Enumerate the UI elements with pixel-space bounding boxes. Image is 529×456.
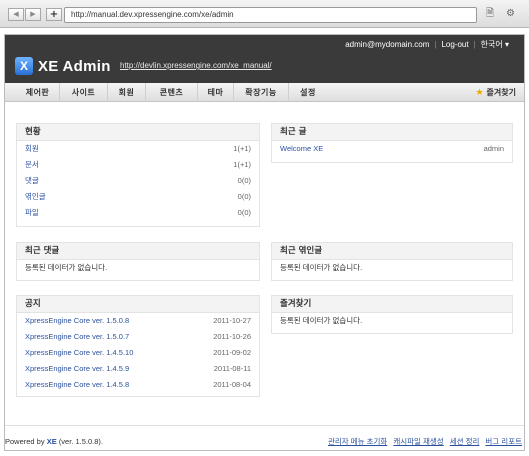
favorites-panel: 즐겨찾기 등록된 데이터가 없습니다.	[271, 295, 513, 334]
list-item: 문서 1(+1)	[17, 157, 259, 173]
account-bar: admin@mydomain.com | Log-out | 한국어 ▾	[340, 40, 514, 50]
regenerate-cache-link[interactable]: 캐시파일 재생성	[393, 431, 443, 453]
menu-extension[interactable]: 확장기능	[234, 83, 289, 102]
panel-title: 최근 글	[272, 124, 512, 141]
empty-text: 등록된 데이터가 없습니다.	[280, 263, 363, 272]
list-item: XpressEngine Core ver. 1.4.5.10 2011-09-0…	[17, 345, 259, 361]
forward-button[interactable]: ▶	[25, 8, 41, 21]
status-link[interactable]: 파일	[25, 205, 39, 221]
panel-title: 현황	[17, 124, 259, 141]
xe-admin-logo[interactable]: X XE Admin	[15, 54, 111, 78]
menu-content[interactable]: 콘텐츠	[146, 83, 198, 102]
menu-member[interactable]: 회원	[108, 83, 146, 102]
empty-message: 등록된 데이터가 없습니다.	[272, 313, 512, 329]
post-link[interactable]: Welcome XE	[280, 141, 323, 157]
favorites-label: 즐겨찾기	[486, 88, 516, 97]
notice-date: 2011-10-27	[213, 316, 251, 325]
list-item: 파일 0(0)	[17, 205, 259, 221]
bug-report-link[interactable]: 버그 리포트	[485, 431, 522, 453]
main-menu-bar: 제어판 사이트 회원 콘텐츠 테마 확장기능 설정 ★ 즐겨찾기	[5, 83, 524, 102]
powered-prefix: Powered by	[5, 437, 45, 446]
version-text: (ver. 1.5.0.8).	[58, 437, 103, 446]
back-button[interactable]: ◀	[8, 8, 24, 21]
list-item: XpressEngine Core ver. 1.5.0.7 2011-10-26	[17, 329, 259, 345]
panel-title: 최근 댓글	[17, 243, 259, 260]
notice-date: 2011-09-02	[213, 348, 251, 357]
powered-by: Powered by XE (ver. 1.5.0.8).	[5, 431, 103, 453]
list-item: 회원 1(+1)	[17, 141, 259, 157]
xe-link[interactable]: XE	[47, 437, 57, 446]
reset-admin-menu-link[interactable]: 관리자 메뉴 초기화	[328, 431, 387, 453]
recent-comments-panel: 최근 댓글 등록된 데이터가 없습니다.	[16, 242, 260, 281]
panel-title: 최근 엮인글	[272, 243, 512, 260]
notice-panel: 공지 XpressEngine Core ver. 1.5.0.8 2011-10…	[16, 295, 260, 397]
empty-message: 등록된 데이터가 없습니다.	[17, 260, 259, 276]
list-item: 엮인글 0(0)	[17, 189, 259, 205]
notice-link[interactable]: XpressEngine Core ver. 1.4.5.9	[25, 361, 129, 377]
post-author: admin	[483, 144, 504, 153]
page-frame: admin@mydomain.com | Log-out | 한국어 ▾ X XE Ad…	[4, 34, 525, 451]
notice-date: 2011-08-04	[213, 380, 251, 389]
status-link[interactable]: 엮인글	[25, 189, 46, 205]
settings-gear-icon[interactable]: ⚙	[506, 7, 515, 21]
add-bookmark-button[interactable]: +	[46, 8, 62, 21]
notice-date: 2011-10-26	[213, 332, 251, 341]
clear-session-link[interactable]: 세션 정리	[450, 431, 480, 453]
list-item: XpressEngine Core ver. 1.5.0.8 2011-10-27	[17, 313, 259, 329]
panel-title: 공지	[17, 296, 259, 313]
empty-message: 등록된 데이터가 없습니다.	[272, 260, 512, 276]
empty-text: 등록된 데이터가 없습니다.	[25, 263, 108, 272]
status-count: 0(0)	[237, 192, 251, 201]
status-count: 1(+1)	[233, 160, 251, 169]
menu-dashboard[interactable]: 제어판	[16, 83, 60, 102]
site-url-link[interactable]: http://devlin.xpressengine.com/xe_manual…	[120, 61, 272, 70]
status-count: 0(0)	[237, 176, 251, 185]
language-select[interactable]: 한국어 ▾	[476, 40, 514, 49]
menu-theme[interactable]: 테마	[198, 83, 234, 102]
xe-logo-icon: X	[15, 57, 33, 75]
recent-trackbacks-panel: 최근 엮인글 등록된 데이터가 없습니다.	[271, 242, 513, 281]
page-icon[interactable]: 🗎	[486, 7, 494, 21]
list-item: Welcome XE admin	[272, 141, 512, 157]
favorites-link[interactable]: ★ 즐겨찾기	[475, 83, 516, 102]
notice-link[interactable]: XpressEngine Core ver. 1.4.5.10	[25, 345, 133, 361]
main-menu: 제어판 사이트 회원 콘텐츠 테마 확장기능 설정	[16, 83, 327, 102]
notice-link[interactable]: XpressEngine Core ver. 1.5.0.8	[25, 313, 129, 329]
star-icon: ★	[475, 88, 484, 98]
list-item: XpressEngine Core ver. 1.4.5.9 2011-08-11	[17, 361, 259, 377]
notice-link[interactable]: XpressEngine Core ver. 1.4.5.8	[25, 377, 129, 393]
status-count: 0(0)	[237, 208, 251, 217]
list-item: XpressEngine Core ver. 1.4.5.8 2011-08-04	[17, 377, 259, 393]
list-item: 댓글 0(0)	[17, 173, 259, 189]
notice-date: 2011-08-11	[213, 364, 251, 373]
logo-text: XE Admin	[38, 57, 111, 75]
admin-header: admin@mydomain.com | Log-out | 한국어 ▾ X XE Ad…	[5, 35, 524, 83]
status-count: 1(+1)	[233, 144, 251, 153]
status-link[interactable]: 회원	[25, 141, 39, 157]
account-email[interactable]: admin@mydomain.com	[340, 40, 434, 49]
notice-link[interactable]: XpressEngine Core ver. 1.5.0.7	[25, 329, 129, 345]
footer-links: 관리자 메뉴 초기화 캐시파일 재생성 세션 정리 버그 리포트	[328, 431, 522, 453]
empty-text: 등록된 데이터가 없습니다.	[280, 316, 363, 325]
panel-title: 즐겨찾기	[272, 296, 512, 313]
browser-toolbar: ◀ ▶ + http://manual.dev.xpressengine.com…	[0, 0, 529, 28]
recent-posts-panel: 최근 글 Welcome XE admin	[271, 123, 513, 163]
status-link[interactable]: 문서	[25, 157, 39, 173]
admin-footer: Powered by XE (ver. 1.5.0.8). 관리자 메뉴 초기화…	[5, 425, 524, 451]
menu-site[interactable]: 사이트	[60, 83, 108, 102]
status-link[interactable]: 댓글	[25, 173, 39, 189]
logout-link[interactable]: Log-out	[436, 40, 473, 49]
menu-settings[interactable]: 설정	[289, 83, 327, 102]
status-panel: 현황 회원 1(+1) 문서 1(+1) 댓글 0(0) 엮인글 0(0) 파일 0(0)	[16, 123, 260, 227]
address-bar[interactable]: http://manual.dev.xpressengine.com/xe/ad…	[64, 7, 477, 23]
